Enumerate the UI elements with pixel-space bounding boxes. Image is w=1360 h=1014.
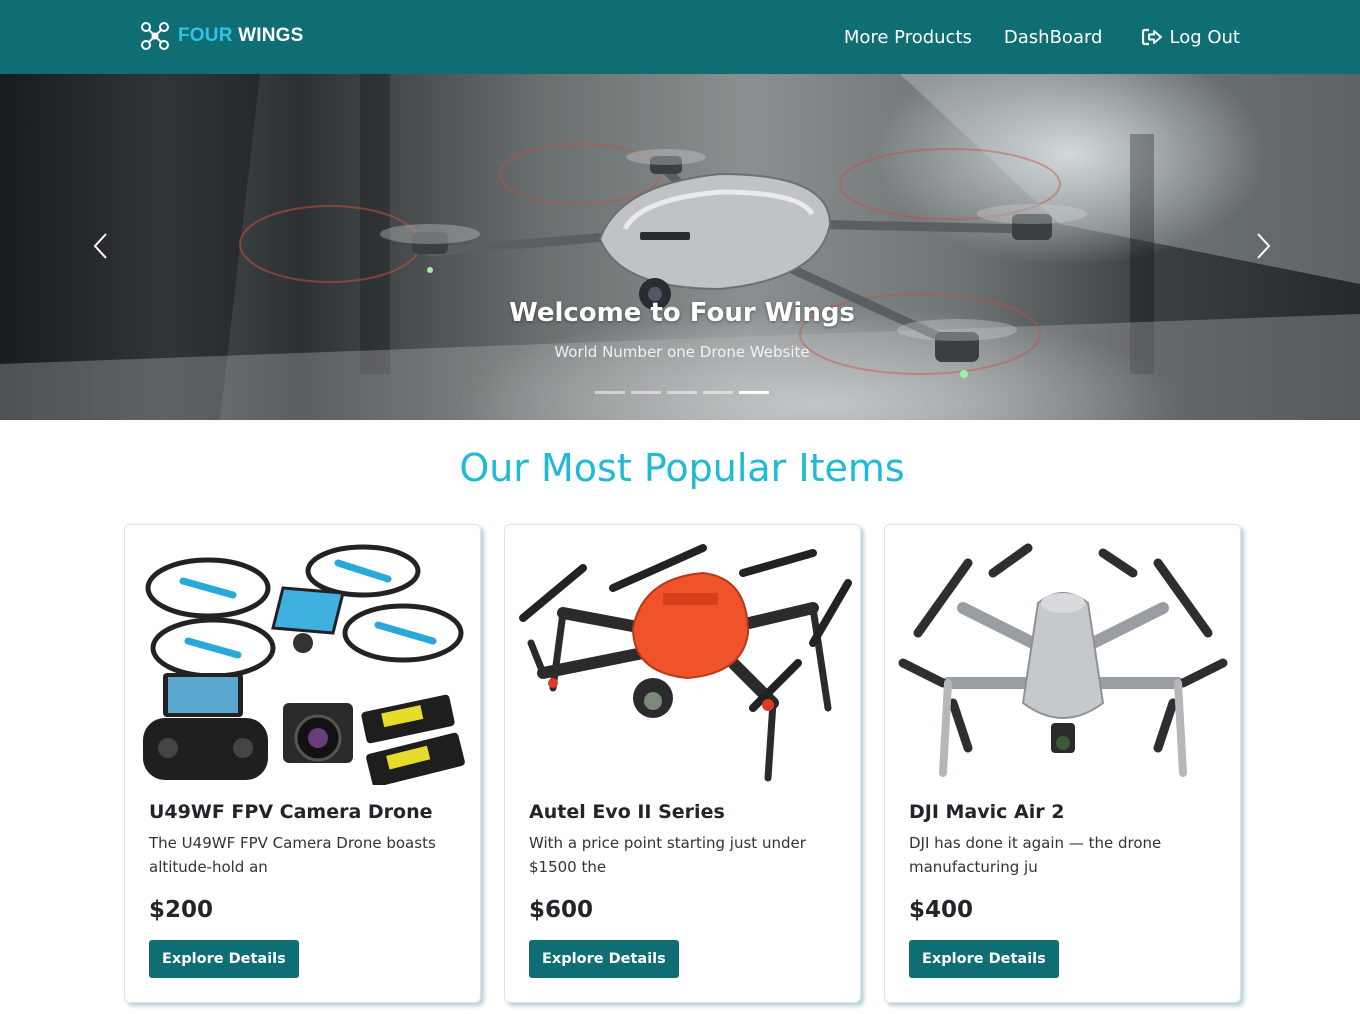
product-title: U49WF FPV Camera Drone: [149, 801, 433, 823]
carousel-indicator[interactable]: [667, 391, 697, 394]
drone-icon: [141, 22, 169, 50]
section-title: Our Most Popular Items: [459, 446, 905, 490]
carousel-indicator[interactable]: [703, 391, 733, 394]
logout-label: Log Out: [1169, 26, 1240, 48]
explore-details-button[interactable]: Explore Details: [529, 940, 679, 978]
brand-name-part1: FOUR: [178, 25, 233, 46]
product-price: $400: [909, 897, 974, 923]
product-description: The U49WF FPV Camera Drone boasts altitu…: [149, 834, 436, 876]
product-price: $600: [529, 897, 594, 923]
brand-name: FOUR WINGS: [178, 25, 304, 47]
product-image: [893, 533, 1233, 785]
product-description: DJI has done it again — the drone manufa…: [909, 834, 1162, 876]
product-price: $200: [149, 897, 214, 923]
product-description: With a price point starting just under $…: [529, 834, 806, 876]
hero-carousel: Welcome to Four Wings World Number one D…: [0, 74, 1360, 420]
carousel-prev-button[interactable]: [86, 228, 116, 264]
brand-link[interactable]: FOUR WINGS: [138, 18, 304, 54]
navbar: FOUR WINGS More Products DashBoard Log O…: [0, 0, 1360, 74]
explore-details-button[interactable]: Explore Details: [149, 940, 299, 978]
carousel-next-button[interactable]: [1248, 228, 1278, 264]
product-card: U49WF FPV Camera Drone The U49WF FPV Cam…: [124, 524, 481, 1003]
carousel-subtitle: World Number one Drone Website: [554, 343, 810, 361]
product-image: [133, 533, 473, 785]
nav-dashboard[interactable]: DashBoard: [1004, 27, 1103, 48]
carousel-indicators: [595, 391, 775, 394]
product-title: Autel Evo II Series: [529, 801, 725, 823]
explore-details-button[interactable]: Explore Details: [909, 940, 1059, 978]
product-title: DJI Mavic Air 2: [909, 801, 1065, 823]
nav-links: More Products DashBoard Log Out: [812, 0, 1240, 74]
sign-out-icon: [1142, 28, 1163, 46]
carousel-indicator[interactable]: [631, 391, 661, 394]
product-card: Autel Evo II Series With a price point s…: [504, 524, 861, 1003]
hero-drone-image: [0, 74, 1360, 420]
carousel-indicator-active[interactable]: [739, 391, 769, 394]
carousel-indicator[interactable]: [595, 391, 625, 394]
product-image: [513, 533, 853, 785]
logout-button[interactable]: Log Out: [1142, 27, 1240, 48]
brand-name-part2: WINGS: [238, 25, 304, 46]
nav-more-products[interactable]: More Products: [844, 27, 972, 48]
product-card: DJI Mavic Air 2 DJI has done it again — …: [884, 524, 1241, 1003]
carousel-title: Welcome to Four Wings: [509, 298, 855, 328]
